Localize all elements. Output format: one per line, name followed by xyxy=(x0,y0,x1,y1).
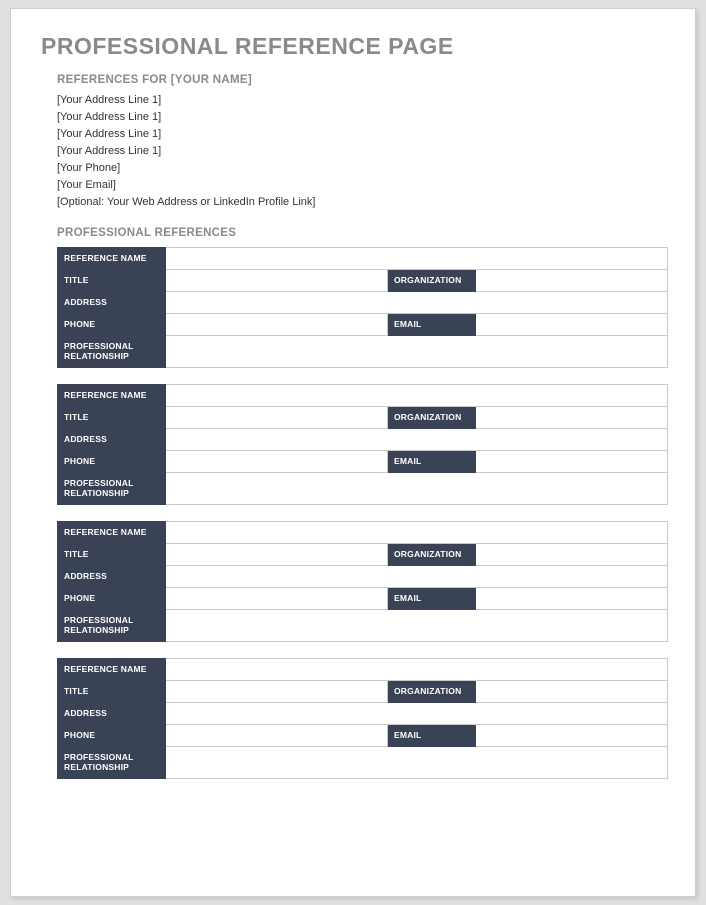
label-professional-relationship: PROFESSIONAL RELATIONSHIP xyxy=(58,747,166,779)
label-reference-name: REFERENCE NAME xyxy=(58,385,166,407)
label-organization: ORGANIZATION xyxy=(388,681,476,703)
label-professional-relationship: PROFESSIONAL RELATIONSHIP xyxy=(58,473,166,505)
input-address[interactable] xyxy=(166,703,668,725)
input-organization[interactable] xyxy=(476,407,668,429)
label-title: TITLE xyxy=(58,270,166,292)
input-email[interactable] xyxy=(476,451,668,473)
document-page: PROFESSIONAL REFERENCE PAGE REFERENCES F… xyxy=(10,8,696,897)
input-phone[interactable] xyxy=(166,451,388,473)
input-title[interactable] xyxy=(166,270,388,292)
professional-references-heading: PROFESSIONAL REFERENCES xyxy=(57,227,665,239)
reference-block: REFERENCE NAME TITLE ORGANIZATION ADDRES… xyxy=(57,658,668,779)
label-title: TITLE xyxy=(58,407,166,429)
address-line: [Your Phone] xyxy=(57,160,665,177)
input-reference-name[interactable] xyxy=(166,522,668,544)
address-line: [Your Email] xyxy=(57,177,665,194)
label-address: ADDRESS xyxy=(58,566,166,588)
page-title: PROFESSIONAL REFERENCE PAGE xyxy=(41,33,665,60)
label-title: TITLE xyxy=(58,681,166,703)
input-reference-name[interactable] xyxy=(166,385,668,407)
input-professional-relationship[interactable] xyxy=(166,610,668,642)
label-email: EMAIL xyxy=(388,451,476,473)
label-reference-name: REFERENCE NAME xyxy=(58,522,166,544)
label-phone: PHONE xyxy=(58,725,166,747)
label-email: EMAIL xyxy=(388,725,476,747)
address-line: [Your Address Line 1] xyxy=(57,126,665,143)
input-reference-name[interactable] xyxy=(166,248,668,270)
label-organization: ORGANIZATION xyxy=(388,544,476,566)
input-email[interactable] xyxy=(476,314,668,336)
label-phone: PHONE xyxy=(58,314,166,336)
label-title: TITLE xyxy=(58,544,166,566)
input-title[interactable] xyxy=(166,544,388,566)
reference-block: REFERENCE NAME TITLE ORGANIZATION ADDRES… xyxy=(57,521,668,642)
references-for-heading: REFERENCES FOR [YOUR NAME] xyxy=(57,74,665,86)
label-organization: ORGANIZATION xyxy=(388,270,476,292)
input-address[interactable] xyxy=(166,292,668,314)
label-reference-name: REFERENCE NAME xyxy=(58,659,166,681)
input-address[interactable] xyxy=(166,429,668,451)
input-professional-relationship[interactable] xyxy=(166,336,668,368)
input-phone[interactable] xyxy=(166,725,388,747)
address-block: [Your Address Line 1] [Your Address Line… xyxy=(57,92,665,211)
input-organization[interactable] xyxy=(476,544,668,566)
input-professional-relationship[interactable] xyxy=(166,473,668,505)
address-line: [Your Address Line 1] xyxy=(57,92,665,109)
input-reference-name[interactable] xyxy=(166,659,668,681)
input-email[interactable] xyxy=(476,588,668,610)
label-email: EMAIL xyxy=(388,314,476,336)
label-address: ADDRESS xyxy=(58,292,166,314)
label-reference-name: REFERENCE NAME xyxy=(58,248,166,270)
label-email: EMAIL xyxy=(388,588,476,610)
reference-block: REFERENCE NAME TITLE ORGANIZATION ADDRES… xyxy=(57,247,668,368)
label-address: ADDRESS xyxy=(58,703,166,725)
label-phone: PHONE xyxy=(58,588,166,610)
address-line: [Your Address Line 1] xyxy=(57,143,665,160)
input-professional-relationship[interactable] xyxy=(166,747,668,779)
reference-block: REFERENCE NAME TITLE ORGANIZATION ADDRES… xyxy=(57,384,668,505)
label-organization: ORGANIZATION xyxy=(388,407,476,429)
input-address[interactable] xyxy=(166,566,668,588)
input-organization[interactable] xyxy=(476,681,668,703)
input-email[interactable] xyxy=(476,725,668,747)
label-address: ADDRESS xyxy=(58,429,166,451)
input-title[interactable] xyxy=(166,681,388,703)
address-line: [Your Address Line 1] xyxy=(57,109,665,126)
address-line: [Optional: Your Web Address or LinkedIn … xyxy=(57,194,665,211)
label-professional-relationship: PROFESSIONAL RELATIONSHIP xyxy=(58,610,166,642)
input-title[interactable] xyxy=(166,407,388,429)
input-phone[interactable] xyxy=(166,314,388,336)
label-phone: PHONE xyxy=(58,451,166,473)
input-organization[interactable] xyxy=(476,270,668,292)
label-professional-relationship: PROFESSIONAL RELATIONSHIP xyxy=(58,336,166,368)
input-phone[interactable] xyxy=(166,588,388,610)
